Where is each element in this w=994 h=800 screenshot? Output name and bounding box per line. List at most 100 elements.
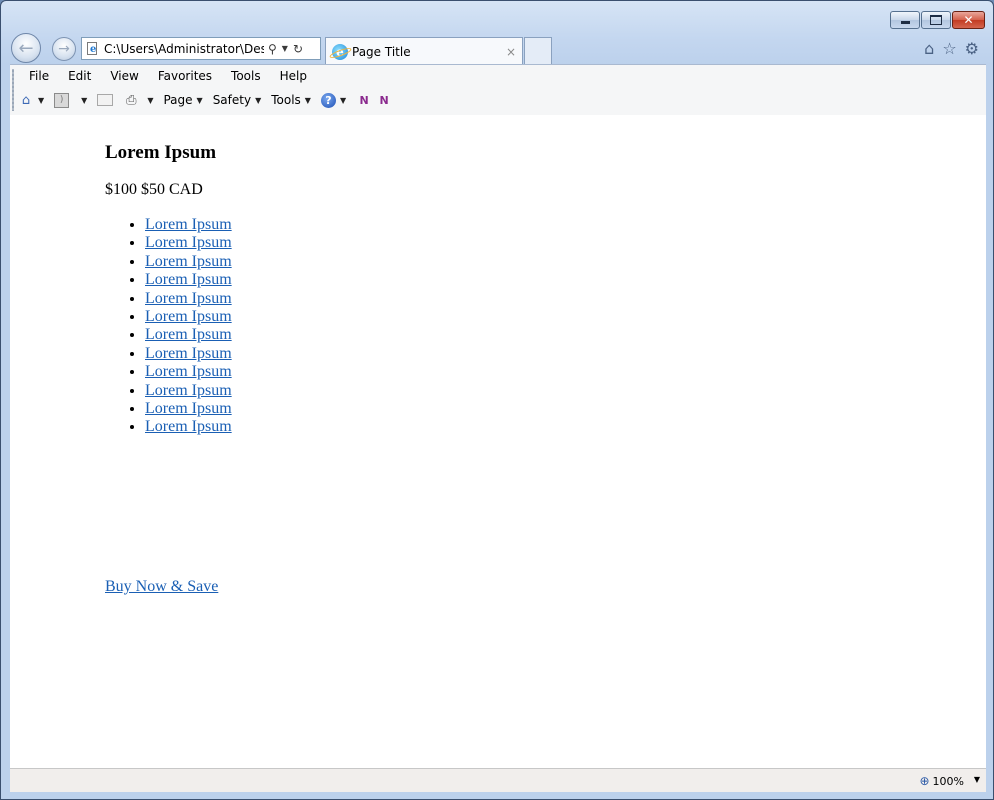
zoom-magnifier-icon: ⊕ (919, 774, 930, 788)
dropdown-arrow-icon: ▼ (304, 95, 311, 105)
favorites-star-icon[interactable]: ☆ (942, 39, 956, 58)
print-button[interactable]: ⎙ ▼ (123, 92, 153, 108)
maximize-button[interactable] (921, 11, 951, 29)
forward-button[interactable]: → (52, 37, 76, 61)
dropdown-arrow-icon: ▼ (196, 95, 203, 105)
list-item: Lorem Ipsum (145, 418, 232, 436)
tab-title: Page Title (352, 44, 411, 59)
list-link[interactable]: Lorem Ipsum (145, 216, 232, 233)
menu-view[interactable]: View (99, 68, 146, 84)
page-icon: e (86, 41, 100, 56)
dropdown-arrow-icon[interactable]: ▼ (282, 44, 288, 53)
list-link[interactable]: Lorem Ipsum (145, 382, 232, 399)
list-link[interactable]: Lorem Ipsum (145, 253, 232, 270)
list-item: Lorem Ipsum (145, 400, 232, 418)
menu-help[interactable]: Help (269, 68, 315, 84)
read-mail-button[interactable] (97, 94, 114, 106)
help-button[interactable]: ? ▼ (320, 92, 346, 108)
safety-menu-button[interactable]: Safety ▼ (213, 93, 262, 107)
dropdown-arrow-icon[interactable]: ▼ (147, 96, 153, 105)
onenote-send-button[interactable]: N (356, 92, 372, 108)
forward-arrow-icon: → (58, 41, 70, 57)
home-icon: ⌂ (21, 92, 31, 108)
browser-window: ✕ ← → e C:\Users\Administrator\Desktop ⚲… (0, 0, 994, 800)
buy-now-link[interactable]: Buy Now & Save (105, 578, 218, 596)
command-bar: ⌂ ▼ ) ▼ ⎙ ▼ Page ▼ Safety ▼ Tools ▼ ? ▼ … (18, 92, 402, 108)
list-link[interactable]: Lorem Ipsum (145, 326, 232, 343)
zoom-control[interactable]: ⊕ 100% ▼ (919, 774, 980, 788)
list-item: Lorem Ipsum (145, 363, 232, 381)
back-arrow-icon: ← (18, 37, 34, 59)
page-menu-button[interactable]: Page ▼ (163, 93, 202, 107)
page-content: Lorem Ipsum $100 $50 CAD Lorem Ipsum Lor… (10, 115, 986, 768)
list-item: Lorem Ipsum (145, 382, 232, 400)
ie-logo-icon: e (332, 43, 348, 60)
minimize-button[interactable] (890, 11, 920, 29)
dropdown-arrow-icon[interactable]: ▼ (974, 775, 980, 784)
dropdown-arrow-icon[interactable]: ▼ (340, 96, 346, 105)
list-link[interactable]: Lorem Ipsum (145, 345, 232, 362)
home-button[interactable]: ⌂ ▼ (18, 92, 44, 108)
onenote-icon: N (359, 93, 369, 107)
list-link[interactable]: Lorem Ipsum (145, 418, 232, 435)
printer-icon: ⎙ (126, 92, 137, 108)
list-link[interactable]: Lorem Ipsum (145, 400, 232, 417)
page-heading: Lorem Ipsum (105, 142, 217, 163)
list-item: Lorem Ipsum (145, 290, 232, 308)
menu-file[interactable]: File (18, 68, 57, 84)
list-item: Lorem Ipsum (145, 345, 232, 363)
maximize-icon (930, 15, 942, 25)
menu-bar: File Edit View Favorites Tools Help (18, 68, 315, 84)
zoom-level: 100% (932, 774, 964, 788)
list-link[interactable]: Lorem Ipsum (145, 234, 232, 251)
close-icon: ✕ (963, 13, 974, 27)
page-menu-label: Page (163, 93, 193, 107)
search-icon[interactable]: ⚲ (268, 42, 277, 56)
tools-menu-label: Tools (271, 93, 301, 107)
safety-menu-label: Safety (212, 93, 252, 107)
menu-tools[interactable]: Tools (220, 68, 269, 84)
tab-close-icon[interactable]: × (506, 45, 516, 59)
list-link[interactable]: Lorem Ipsum (145, 271, 232, 288)
dropdown-arrow-icon[interactable]: ▼ (81, 96, 87, 105)
settings-gear-icon[interactable]: ⚙ (965, 39, 979, 58)
toolbar-grip[interactable] (12, 69, 14, 111)
back-button[interactable]: ← (11, 33, 41, 63)
caption-buttons: ✕ (890, 11, 985, 29)
window-frame-bottom (1, 792, 993, 799)
close-button[interactable]: ✕ (952, 11, 985, 29)
tab-page-title[interactable]: e Page Title × (325, 37, 523, 65)
price-text: $100 $50 CAD (105, 181, 203, 198)
feed-icon: ) (54, 92, 70, 108)
help-icon: ? (320, 92, 336, 108)
dropdown-arrow-icon[interactable]: ▼ (38, 96, 44, 105)
browser-toolbar-icons: ⌂ ☆ ⚙ (924, 39, 979, 58)
list-item: Lorem Ipsum (145, 308, 232, 326)
menu-edit[interactable]: Edit (57, 68, 99, 84)
list-item: Lorem Ipsum (145, 326, 232, 344)
onenote-linked-icon: N (379, 93, 389, 107)
status-bar: ⊕ 100% ▼ (10, 768, 986, 793)
address-input[interactable]: C:\Users\Administrator\Desktop (104, 42, 264, 56)
list-item: Lorem Ipsum (145, 253, 232, 271)
list-link[interactable]: Lorem Ipsum (145, 290, 232, 307)
navigation-row: ← → e C:\Users\Administrator\Desktop ⚲ ▼… (11, 31, 993, 65)
list-item: Lorem Ipsum (145, 271, 232, 289)
link-list: Lorem Ipsum Lorem Ipsum Lorem Ipsum Lore… (105, 216, 232, 437)
list-item: Lorem Ipsum (145, 216, 232, 234)
list-item: Lorem Ipsum (145, 234, 232, 252)
feeds-button[interactable]: ) ▼ (54, 92, 87, 108)
list-link[interactable]: Lorem Ipsum (145, 308, 232, 325)
address-bar[interactable]: e C:\Users\Administrator\Desktop ⚲ ▼ ↻ (81, 37, 321, 60)
list-link[interactable]: Lorem Ipsum (145, 363, 232, 380)
mail-icon (97, 94, 114, 106)
command-area: File Edit View Favorites Tools Help ⌂ ▼ … (10, 64, 986, 116)
refresh-icon[interactable]: ↻ (293, 42, 303, 56)
menu-favorites[interactable]: Favorites (147, 68, 220, 84)
home-icon[interactable]: ⌂ (924, 39, 934, 58)
onenote-linked-notes-button[interactable]: N (376, 92, 392, 108)
new-tab-button[interactable] (524, 37, 552, 65)
dropdown-arrow-icon: ▼ (255, 95, 262, 105)
minimize-icon (900, 21, 910, 24)
tools-menu-button[interactable]: Tools ▼ (271, 93, 311, 107)
